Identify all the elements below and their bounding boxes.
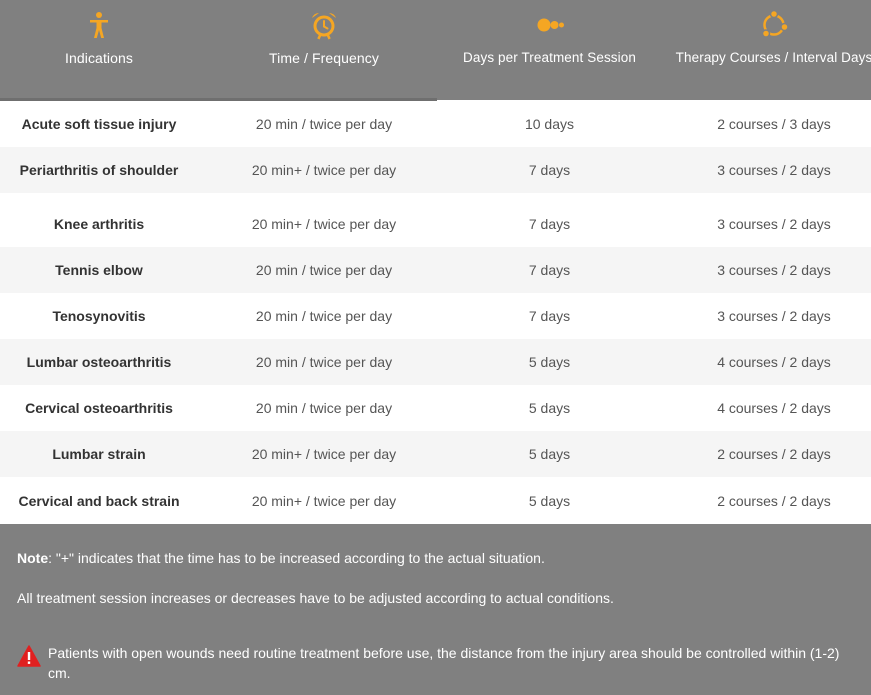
indication-cell: Cervical and back strain: [18, 492, 180, 509]
note-line: Note: "+" indicates that the time has to…: [17, 550, 545, 566]
days-cell: 5 days: [528, 446, 571, 462]
days-cell: 7 days: [528, 216, 571, 232]
indication-cell: Lumbar strain: [52, 446, 146, 462]
cycle-icon: [761, 10, 789, 38]
header-days-per-session: Days per Treatment Session: [450, 0, 649, 100]
days-cell: 5 days: [528, 400, 571, 416]
dots-icon: [537, 18, 564, 32]
notes-panel: Note: "+" indicates that the time has to…: [0, 524, 871, 695]
time-cell: 20 min+ / twice per day: [251, 492, 397, 509]
time-cell: 20 min / twice per day: [255, 354, 393, 370]
header-time-frequency: Time / Frequency: [198, 0, 450, 100]
table-row: Knee arthritis 20 min+ / twice per day 7…: [0, 193, 871, 247]
note-text: : "+" indicates that the time has to be …: [48, 550, 545, 566]
indication-cell: Lumbar osteoarthritis: [26, 354, 172, 370]
courses-cell: 3 courses / 2 days: [717, 162, 831, 178]
alarm-clock-icon: [312, 13, 336, 40]
courses-cell: 2 courses / 2 days: [717, 492, 831, 509]
time-cell: 20 min / twice per day: [255, 262, 393, 278]
adjustment-note: All treatment session increases or decre…: [17, 590, 614, 606]
warning-text: Patients with open wounds need routine t…: [48, 645, 840, 681]
table-row: Tennis elbow 20 min / twice per day 7 da…: [0, 247, 871, 293]
days-cell: 5 days: [528, 492, 571, 509]
courses-cell: 4 courses / 2 days: [717, 400, 831, 416]
courses-cell: 3 courses / 2 days: [717, 262, 831, 278]
table-header: Indications Time / Frequency Days per Tr…: [0, 0, 871, 101]
header-therapy-courses: Therapy Courses / Interval Days: [649, 0, 871, 100]
table-row: Lumbar osteoarthritis 20 min / twice per…: [0, 339, 871, 385]
indication-cell: Tennis elbow: [55, 262, 143, 278]
days-cell: 7 days: [528, 162, 571, 178]
time-cell: 20 min+ / twice per day: [251, 216, 397, 232]
days-cell: 10 days: [524, 116, 575, 132]
indication-cell: Knee arthritis: [53, 216, 145, 232]
warning-triangle-icon: [17, 645, 41, 667]
person-icon: [90, 12, 108, 38]
table-row: Acute soft tissue injury 20 min / twice …: [0, 101, 871, 147]
time-cell: 20 min / twice per day: [255, 400, 393, 416]
treatment-table-page: Indications Time / Frequency Days per Tr…: [0, 0, 871, 695]
courses-cell: 3 courses / 2 days: [717, 308, 831, 324]
table-row: Cervical and back strain 20 min+ / twice…: [0, 477, 871, 524]
header-indications: Indications: [0, 0, 198, 100]
time-cell: 20 min / twice per day: [255, 308, 393, 324]
days-cell: 7 days: [528, 262, 571, 278]
header-label: Time / Frequency: [268, 50, 379, 66]
indication-cell: Tenosynovitis: [52, 308, 146, 324]
time-cell: 20 min / twice per day: [255, 116, 393, 132]
table-row: Periarthritis of shoulder 20 min+ / twic…: [0, 147, 871, 193]
indication-cell: Periarthritis of shoulder: [19, 162, 179, 178]
days-cell: 7 days: [528, 308, 571, 324]
table-row: Tenosynovitis 20 min / twice per day 7 d…: [0, 293, 871, 339]
courses-cell: 3 courses / 2 days: [717, 216, 831, 232]
table-row: Cervical osteoarthritis 20 min / twice p…: [0, 385, 871, 431]
courses-cell: 2 courses / 3 days: [717, 116, 831, 132]
indication-cell: Acute soft tissue injury: [21, 116, 177, 132]
header-label: Indications: [64, 50, 134, 66]
note-label: Note: [17, 550, 49, 566]
header-label: Therapy Courses / Interval Days: [675, 50, 871, 65]
time-cell: 20 min+ / twice per day: [251, 162, 397, 178]
header-label: Days per Treatment Session: [463, 50, 636, 65]
courses-cell: 4 courses / 2 days: [717, 354, 831, 370]
time-cell: 20 min+ / twice per day: [251, 446, 397, 462]
courses-cell: 2 courses / 2 days: [717, 446, 831, 462]
indication-cell: Cervical osteoarthritis: [25, 400, 173, 416]
table-row: Lumbar strain 20 min+ / twice per day 5 …: [0, 431, 871, 477]
days-cell: 5 days: [528, 354, 571, 370]
